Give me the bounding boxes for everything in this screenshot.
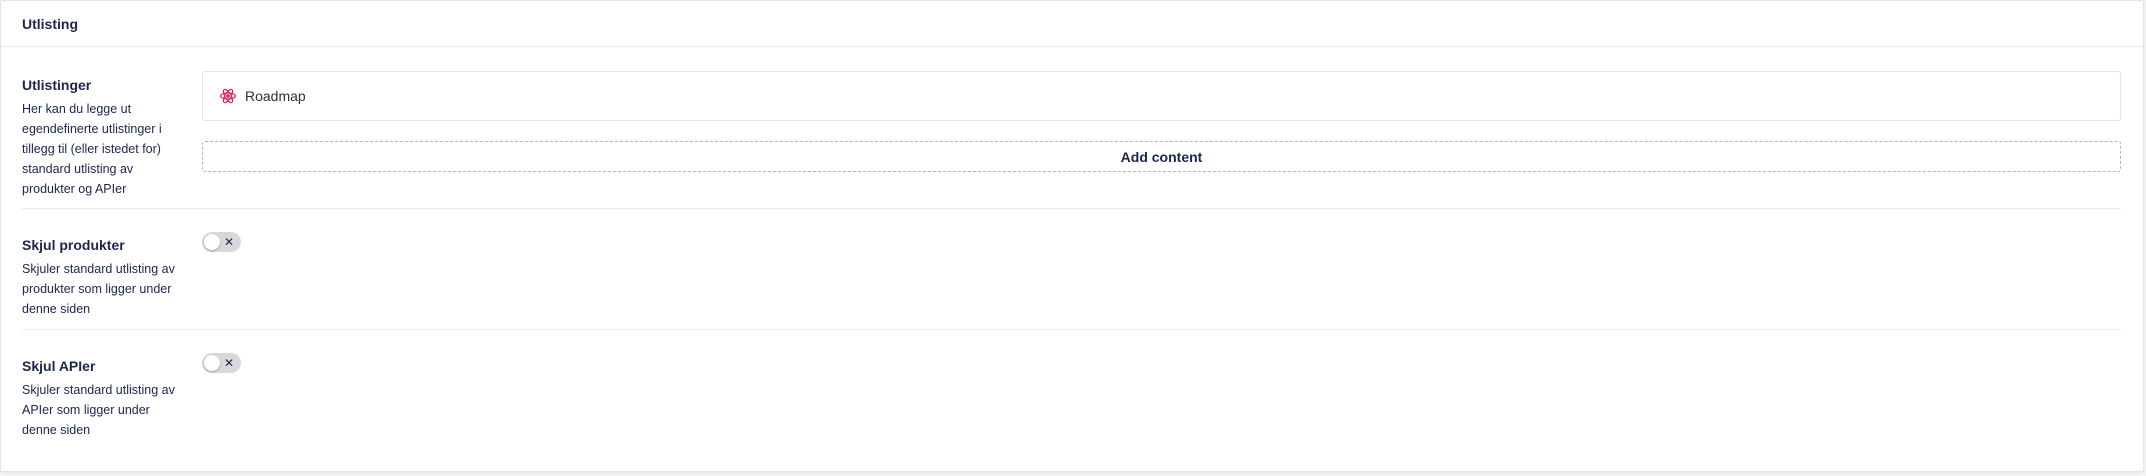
toggle-knob: [204, 234, 220, 250]
skjul-apier-toggle[interactable]: ✕: [202, 353, 241, 373]
field-utlistinger: Utlistinger Her kan du legge ut egendefi…: [22, 71, 2121, 209]
toggle-editor: ✕: [202, 232, 2121, 252]
field-title: Skjul APIer: [22, 358, 96, 374]
field-description: Skjuler standard utlisting av produkter …: [22, 262, 175, 316]
field-label: Skjul produkter Skjuler standard utlisti…: [22, 236, 202, 319]
panel-body: Utlistinger Her kan du legge ut egendefi…: [1, 47, 2143, 451]
panel-title: Utlisting: [22, 15, 78, 32]
toggle-knob: [204, 355, 220, 371]
field-skjul-produkter: Skjul produkter Skjuler standard utlisti…: [22, 209, 2121, 330]
field-label: Skjul APIer Skjuler standard utlisting a…: [22, 357, 202, 440]
field-title: Utlistinger: [22, 77, 92, 93]
field-description: Skjuler standard utlisting av APIer som …: [22, 383, 175, 437]
close-icon: ✕: [223, 356, 235, 370]
block-list-editor: Roadmap Add content: [202, 71, 2121, 172]
field-description: Her kan du legge ut egendefinerte utlist…: [22, 102, 162, 196]
block-item-roadmap[interactable]: Roadmap: [202, 71, 2121, 121]
atom-icon: [219, 87, 237, 105]
panel-header: Utlisting: [1, 1, 2143, 47]
block-item-label: Roadmap: [245, 88, 306, 104]
add-content-button[interactable]: Add content: [202, 141, 2121, 172]
utlisting-panel: Utlisting Utlistinger Her kan du legge u…: [0, 0, 2144, 472]
close-icon: ✕: [223, 235, 235, 249]
field-title: Skjul produkter: [22, 237, 125, 253]
toggle-editor: ✕: [202, 353, 2121, 373]
skjul-produkter-toggle[interactable]: ✕: [202, 232, 241, 252]
field-label: Utlistinger Her kan du legge ut egendefi…: [22, 76, 202, 199]
field-skjul-apier: Skjul APIer Skjuler standard utlisting a…: [22, 330, 2121, 451]
